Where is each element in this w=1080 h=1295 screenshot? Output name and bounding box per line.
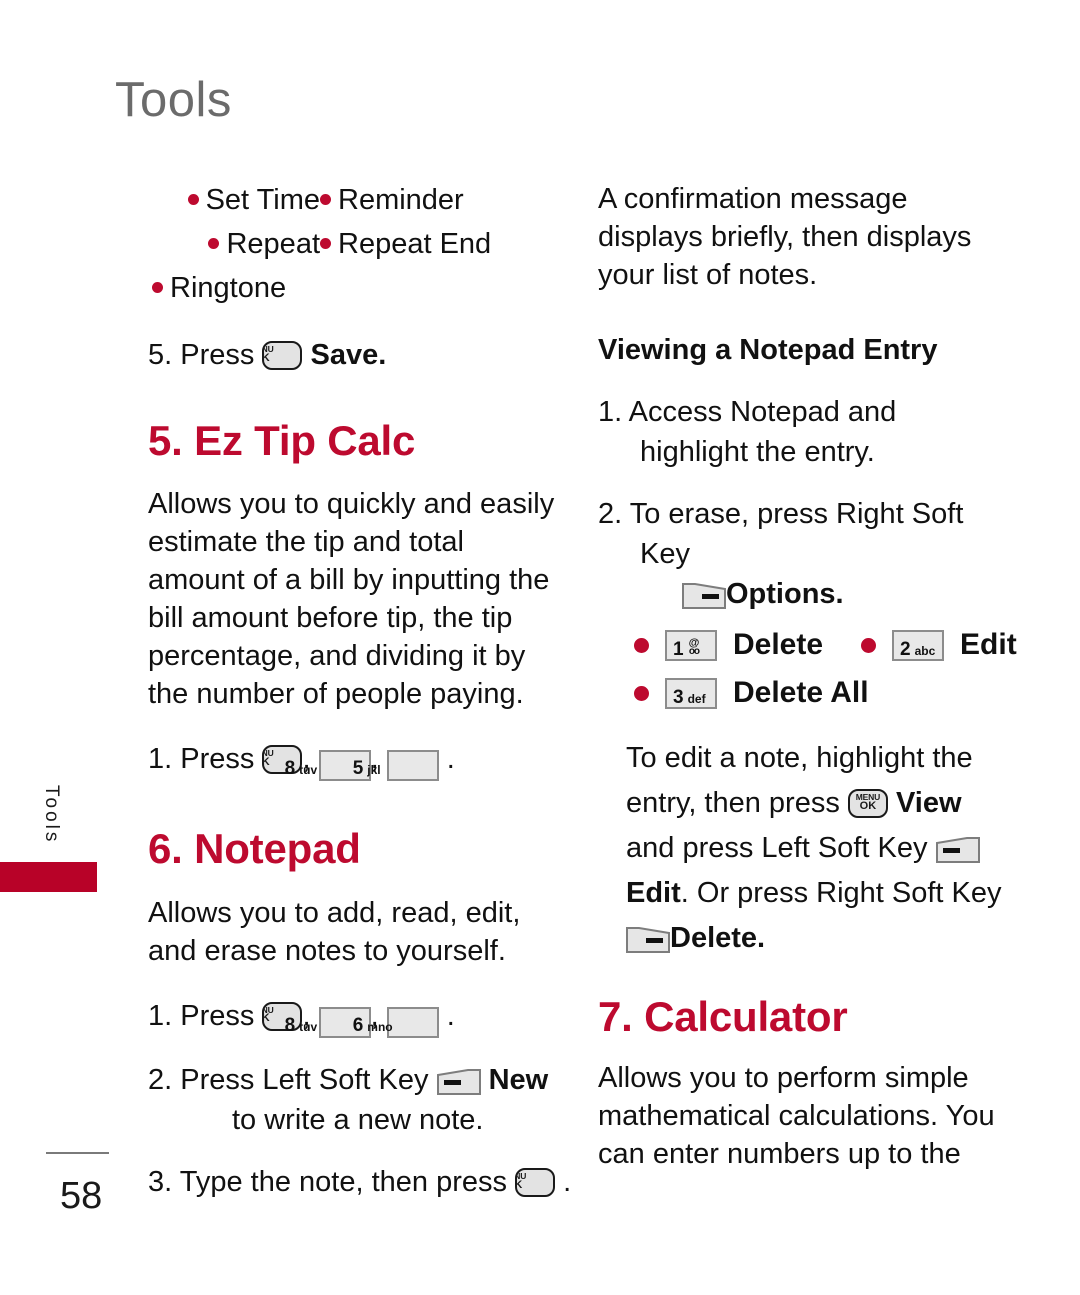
section-calculator-title: 7. Calculator — [598, 993, 848, 1040]
option-label: Delete — [733, 628, 824, 661]
step-number: 1. — [148, 999, 173, 1032]
keypad-6-icon: 6 mno — [353, 1006, 439, 1038]
section-ez-tip-calc-title: 5. Ez Tip Calc — [148, 417, 416, 464]
step-number: 2. — [148, 1063, 173, 1096]
left-column: Set Time Reminder Repeat Repeat End Ring… — [148, 180, 572, 1202]
right-soft-key-icon — [682, 583, 726, 610]
keypad-1-icon: 1 @ oo — [665, 629, 717, 661]
menu-ok-key-icon: MENU OK — [847, 789, 888, 819]
viewing-notepad-entry-heading: Viewing a Notepad Entry — [598, 334, 938, 366]
option-label: Delete All — [733, 676, 869, 709]
settings-bullet-list: Set Time Reminder Repeat Repeat End Ring… — [148, 180, 568, 309]
step-number: 2. — [598, 498, 623, 530]
side-tab-marker — [0, 862, 97, 892]
bullet-dot-icon — [208, 238, 220, 250]
bullet-dot-icon — [634, 685, 649, 701]
step-number: 5. — [148, 339, 173, 371]
step-number: 3. — [148, 1165, 173, 1198]
step-notepad-3: 3. Type the note, then press MENU OK . — [148, 1165, 572, 1198]
step-view-1: 1. Access Notepad and highlight the entr… — [598, 396, 897, 468]
section-notepad-body: Allows you to add, read, edit, and erase… — [148, 896, 521, 967]
step-number: 1. — [598, 396, 623, 428]
edit-note-paragraph: To edit a note, highlight the entry, the… — [626, 742, 1002, 954]
options-label: Options — [726, 578, 836, 610]
right-column: A confirmation message displays briefly,… — [598, 180, 1017, 1173]
step-ez-tip-calc-1: 1. Press MENU OK , 8tuv, 5jkl . — [148, 743, 455, 782]
bullet-dot-icon — [320, 194, 331, 206]
delete-label: Delete — [670, 922, 758, 954]
step-save: 5. Press MENU OK Save. — [148, 339, 387, 371]
options-row: 1 @ oo Delete 2 abc Edit — [634, 628, 1017, 662]
menu-ok-key-icon: MENU OK — [262, 341, 303, 371]
list-item: Set Time — [148, 180, 320, 221]
bullet-dot-icon — [152, 282, 163, 294]
bullet-dot-icon — [634, 637, 649, 653]
step-notepad-1: 1. Press MENU OK , 8tuv, 6mno . — [148, 999, 455, 1038]
list-item: Ringtone — [152, 268, 568, 309]
list-item: Repeat — [148, 224, 320, 265]
section-ez-tip-calc-body: Allows you to quickly and easily estimat… — [148, 488, 555, 711]
page-number: 58 — [60, 1175, 103, 1217]
save-label: Save — [310, 339, 379, 371]
page-title: Tools — [115, 73, 232, 127]
confirmation-text: A confirmation message displays briefly,… — [598, 183, 972, 291]
bullet-dot-icon — [320, 238, 331, 250]
bullet-dot-icon — [187, 194, 199, 206]
bullet-dot-icon — [861, 637, 877, 653]
step-number: 1. — [148, 743, 173, 776]
keypad-3-icon: 3 def — [665, 677, 717, 709]
keypad-2-icon: 2 abc — [892, 629, 945, 661]
menu-ok-key-icon: MENU OK — [515, 1168, 556, 1198]
option-edit: 2 abc Edit — [861, 628, 1017, 662]
right-soft-key-icon — [626, 927, 670, 954]
section-notepad-title: 6. Notepad — [148, 825, 361, 873]
left-soft-key-icon — [935, 837, 980, 864]
options-list: 1 @ oo Delete 2 abc Edit 3 def Delete All — [634, 628, 1017, 710]
list-item: Repeat End — [320, 224, 568, 265]
view-label: View — [895, 787, 962, 819]
options-row: 3 def Delete All — [634, 676, 1010, 710]
option-label: Edit — [960, 628, 1017, 661]
new-label: New — [488, 1063, 549, 1096]
list-item: Reminder — [320, 180, 568, 221]
keypad-5-icon: 5 jkl — [353, 750, 439, 782]
option-delete: 1 @ oo Delete — [634, 628, 823, 662]
step-notepad-2: 2. Press Left Soft Key New to write a ne… — [148, 1063, 549, 1136]
footer-divider — [46, 1152, 109, 1154]
left-soft-key-icon — [436, 1069, 481, 1096]
side-tab-label: Tools — [41, 785, 62, 845]
option-delete-all: 3 def Delete All — [634, 676, 869, 710]
edit-label: Edit — [626, 877, 681, 909]
section-calculator-body: Allows you to perform simple mathematica… — [598, 1062, 995, 1171]
step-view-2: 2. To erase, press Right Soft Key Option… — [598, 498, 964, 610]
